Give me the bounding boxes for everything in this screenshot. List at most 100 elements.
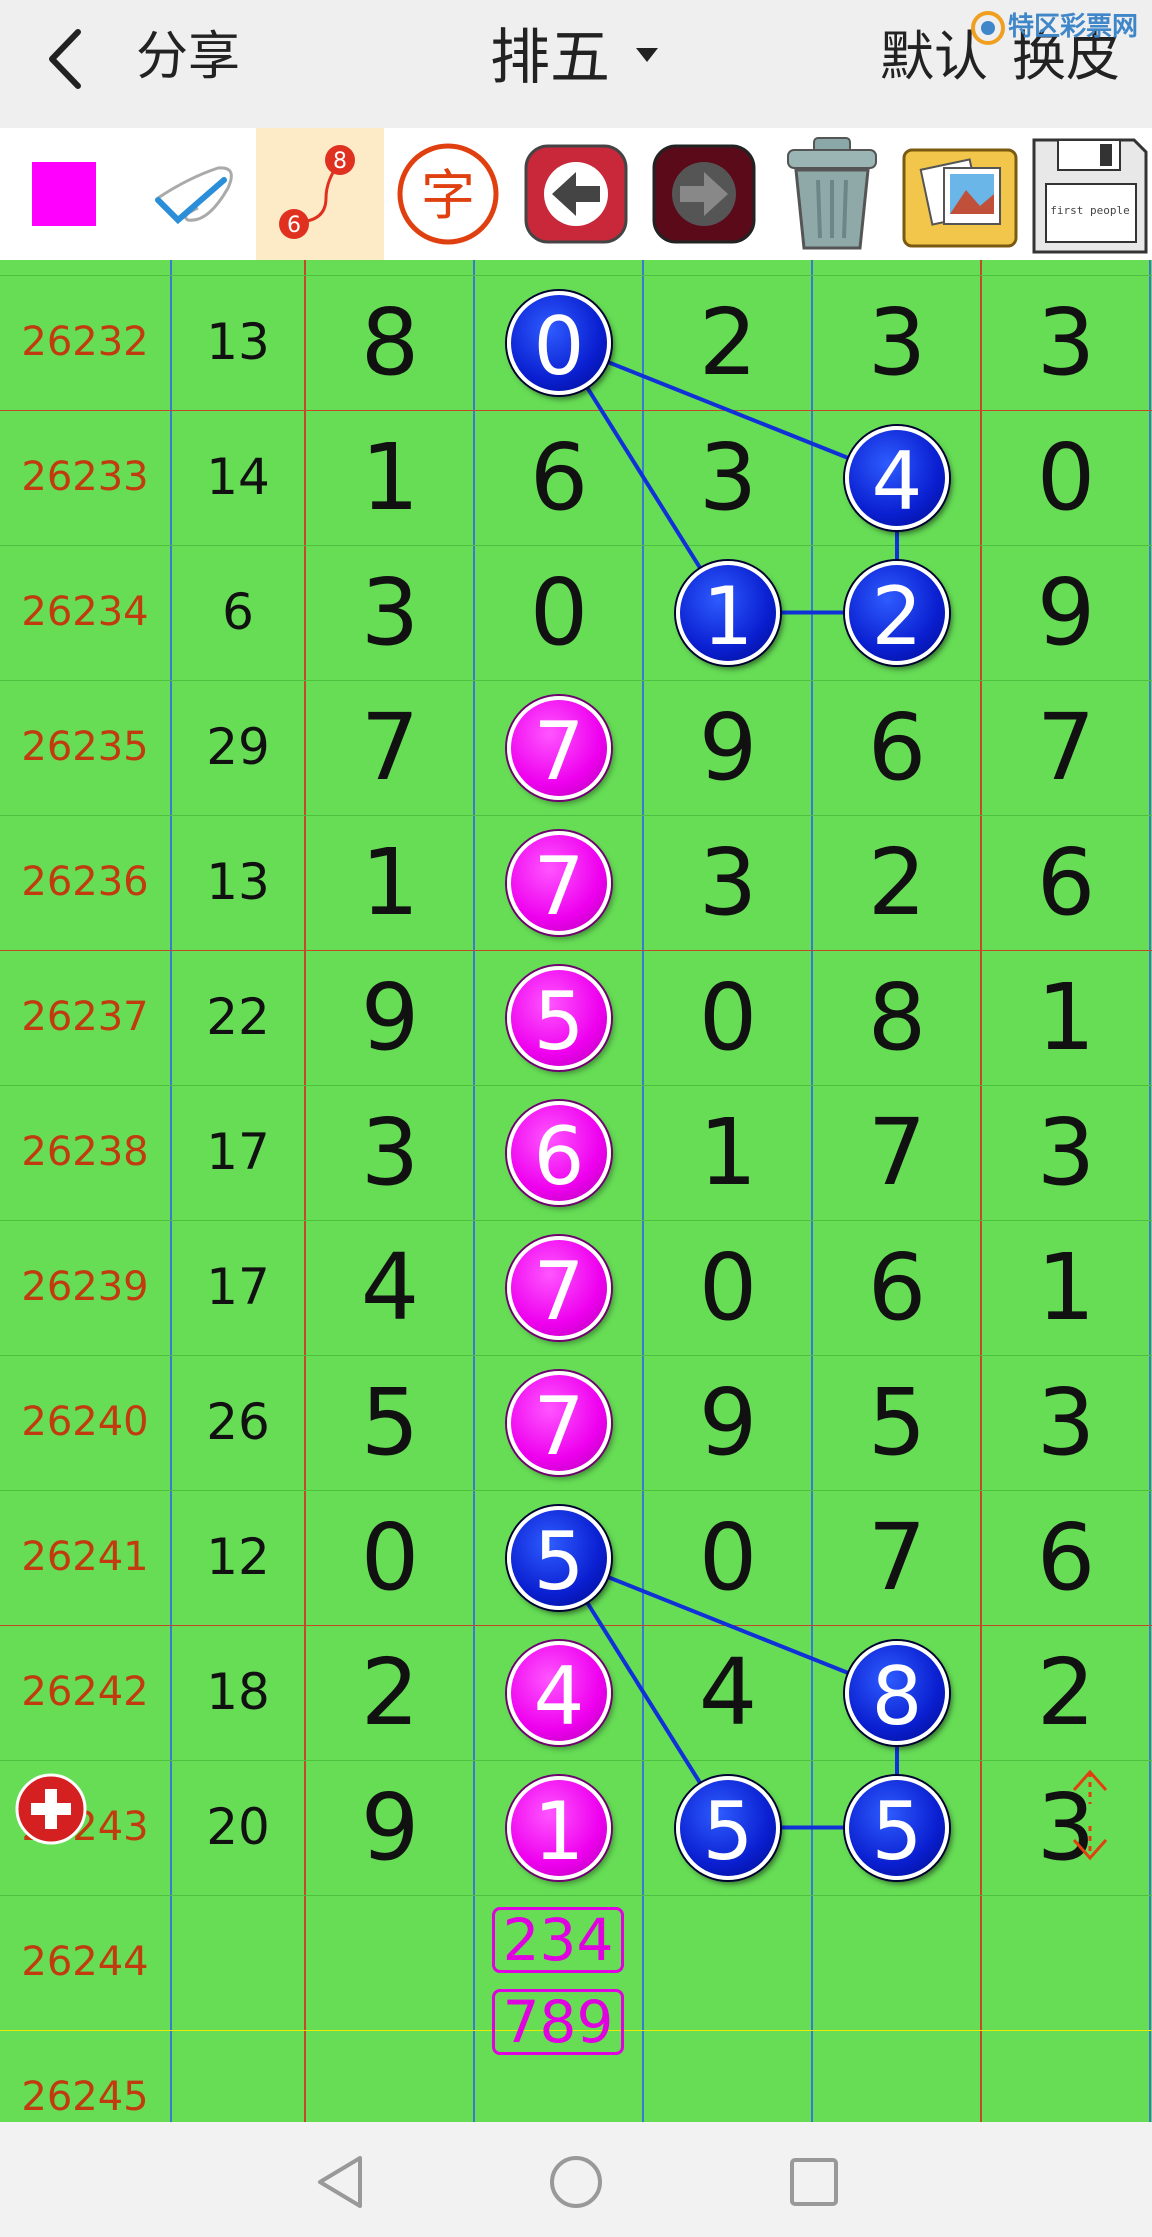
add-plus-icon[interactable] [14,1772,88,1846]
save-button[interactable]: first people [1024,128,1152,260]
magenta-highlight-ball[interactable]: 5 [507,965,611,1070]
system-nav-bar [0,2122,1152,2237]
digit-cell[interactable]: 1 [306,815,474,950]
gallery-button[interactable] [896,128,1024,260]
undo-button[interactable] [512,128,640,260]
draw-row: 26233 14 16340 [0,410,1152,545]
digit-cell[interactable]: 6 [813,680,981,815]
digit-cell[interactable]: 9 [644,1355,812,1490]
blue-highlight-ball[interactable]: 5 [676,1775,780,1880]
blue-highlight-ball[interactable]: 5 [507,1505,611,1610]
digit-cell[interactable]: 2 [644,275,812,410]
period-number: 26236 [21,859,149,905]
digit-cell[interactable]: 6 [982,1490,1150,1625]
connect-dots-icon: 8 6 [279,145,355,239]
digit-cell[interactable]: 3 [982,275,1150,410]
back-chevron-icon[interactable] [38,24,98,94]
gallery-folder-icon [902,148,1018,248]
digit-cell[interactable]: 9 [306,1760,474,1895]
digit-cell[interactable]: 3 [644,410,812,545]
magenta-highlight-ball[interactable]: 7 [507,695,611,800]
text-tool-label: 字 [421,164,475,227]
draw-row: 26234 630129 [0,545,1152,680]
digit-cell[interactable]: 8 [813,950,981,1085]
digit-cell[interactable]: 7 [306,680,474,815]
digit-cell[interactable]: 8 [306,275,474,410]
digit-cell[interactable]: 0 [644,950,812,1085]
pen-tool-button[interactable] [128,128,256,260]
digit-cell[interactable]: 3 [813,275,981,410]
digit-sum: 22 [206,988,270,1046]
blue-highlight-ball[interactable]: 4 [845,425,949,530]
digit-sum: 14 [206,448,270,506]
blue-highlight-ball[interactable]: 8 [845,1640,949,1745]
text-tool-button[interactable]: 字 [384,128,512,260]
magenta-highlight-ball[interactable]: 7 [507,1370,611,1475]
digit-cell[interactable]: 0 [644,1220,812,1355]
connect-tool-button[interactable]: 8 6 [256,128,384,260]
period-number: 26232 [21,319,149,365]
magenta-highlight-ball[interactable]: 4 [507,1640,611,1745]
digit-cell[interactable]: 6 [813,1220,981,1355]
clear-button[interactable] [768,128,896,260]
digit-cell[interactable]: 3 [982,1355,1150,1490]
watermark-text: 特区彩票网 [1008,12,1139,42]
period-number: 26239 [21,1264,149,1310]
top-bar: 分享 排五 默认 换皮 特区彩票网 [0,0,1152,128]
digit-cell[interactable]: 3 [306,1085,474,1220]
digit-cell[interactable]: 0 [982,410,1150,545]
trend-chart-grid: 2623213802332623314163402623463012926235… [0,260,1152,2122]
pen-check-icon [155,166,233,225]
digit-cell[interactable]: 3 [982,1085,1150,1220]
digit-cell[interactable]: 3 [306,545,474,680]
digit-cell[interactable]: 1 [982,1220,1150,1355]
digit-sum: 17 [206,1258,270,1316]
digit-cell[interactable]: 0 [644,1490,812,1625]
redo-button[interactable] [640,128,768,260]
digit-cell[interactable]: 2 [813,815,981,950]
digit-cell[interactable]: 6 [475,410,643,545]
digit-cell[interactable]: 5 [813,1355,981,1490]
digit-cell[interactable]: 7 [813,1490,981,1625]
color-swatch-icon [32,162,96,226]
share-button[interactable]: 分享 [136,22,240,92]
digit-cell[interactable]: 1 [982,950,1150,1085]
digit-cell[interactable]: 1 [644,1085,812,1220]
digit-cell[interactable]: 7 [982,680,1150,815]
digit-cell[interactable]: 2 [306,1625,474,1760]
blue-highlight-ball[interactable]: 2 [845,560,949,665]
magenta-highlight-ball[interactable]: 1 [507,1775,611,1880]
digit-cell[interactable]: 7 [813,1085,981,1220]
dropdown-triangle-icon[interactable] [636,48,658,64]
magenta-highlight-ball[interactable]: 6 [507,1100,611,1205]
digit-cell[interactable]: 0 [306,1490,474,1625]
digit-cell[interactable]: 1 [306,410,474,545]
prediction-box[interactable]: 789 [492,1989,624,2055]
lottery-type-title[interactable]: 排五 [490,20,610,96]
digit-cell[interactable]: 6 [982,815,1150,950]
back-triangle-icon[interactable] [310,2150,374,2214]
digit-cell[interactable]: 9 [306,950,474,1085]
color-swatch-button[interactable] [0,128,128,260]
digit-cell[interactable]: 5 [306,1355,474,1490]
recents-square-icon[interactable] [782,2150,846,2214]
blue-highlight-ball[interactable]: 0 [507,290,611,395]
digit-cell[interactable]: 4 [306,1220,474,1355]
magenta-highlight-ball[interactable]: 7 [507,830,611,935]
digit-sum: 6 [222,583,254,641]
home-circle-icon[interactable] [544,2150,608,2214]
blue-highlight-ball[interactable]: 5 [845,1775,949,1880]
digit-cell[interactable]: 9 [644,680,812,815]
trash-can-icon [787,137,877,250]
digit-cell[interactable]: 4 [644,1625,812,1760]
magenta-highlight-ball[interactable]: 7 [507,1235,611,1340]
prediction-box[interactable]: 234 [492,1907,624,1973]
digit-cell[interactable]: 9 [982,545,1150,680]
digit-cell[interactable]: 0 [475,545,643,680]
period-number: 26235 [21,724,149,770]
blue-highlight-ball[interactable]: 1 [676,560,780,665]
digit-cell[interactable]: 3 [644,815,812,950]
digit-sum: 12 [206,1528,270,1586]
digit-cell[interactable]: 2 [982,1625,1150,1760]
scroll-up-down-icon[interactable] [1060,1760,1120,1870]
